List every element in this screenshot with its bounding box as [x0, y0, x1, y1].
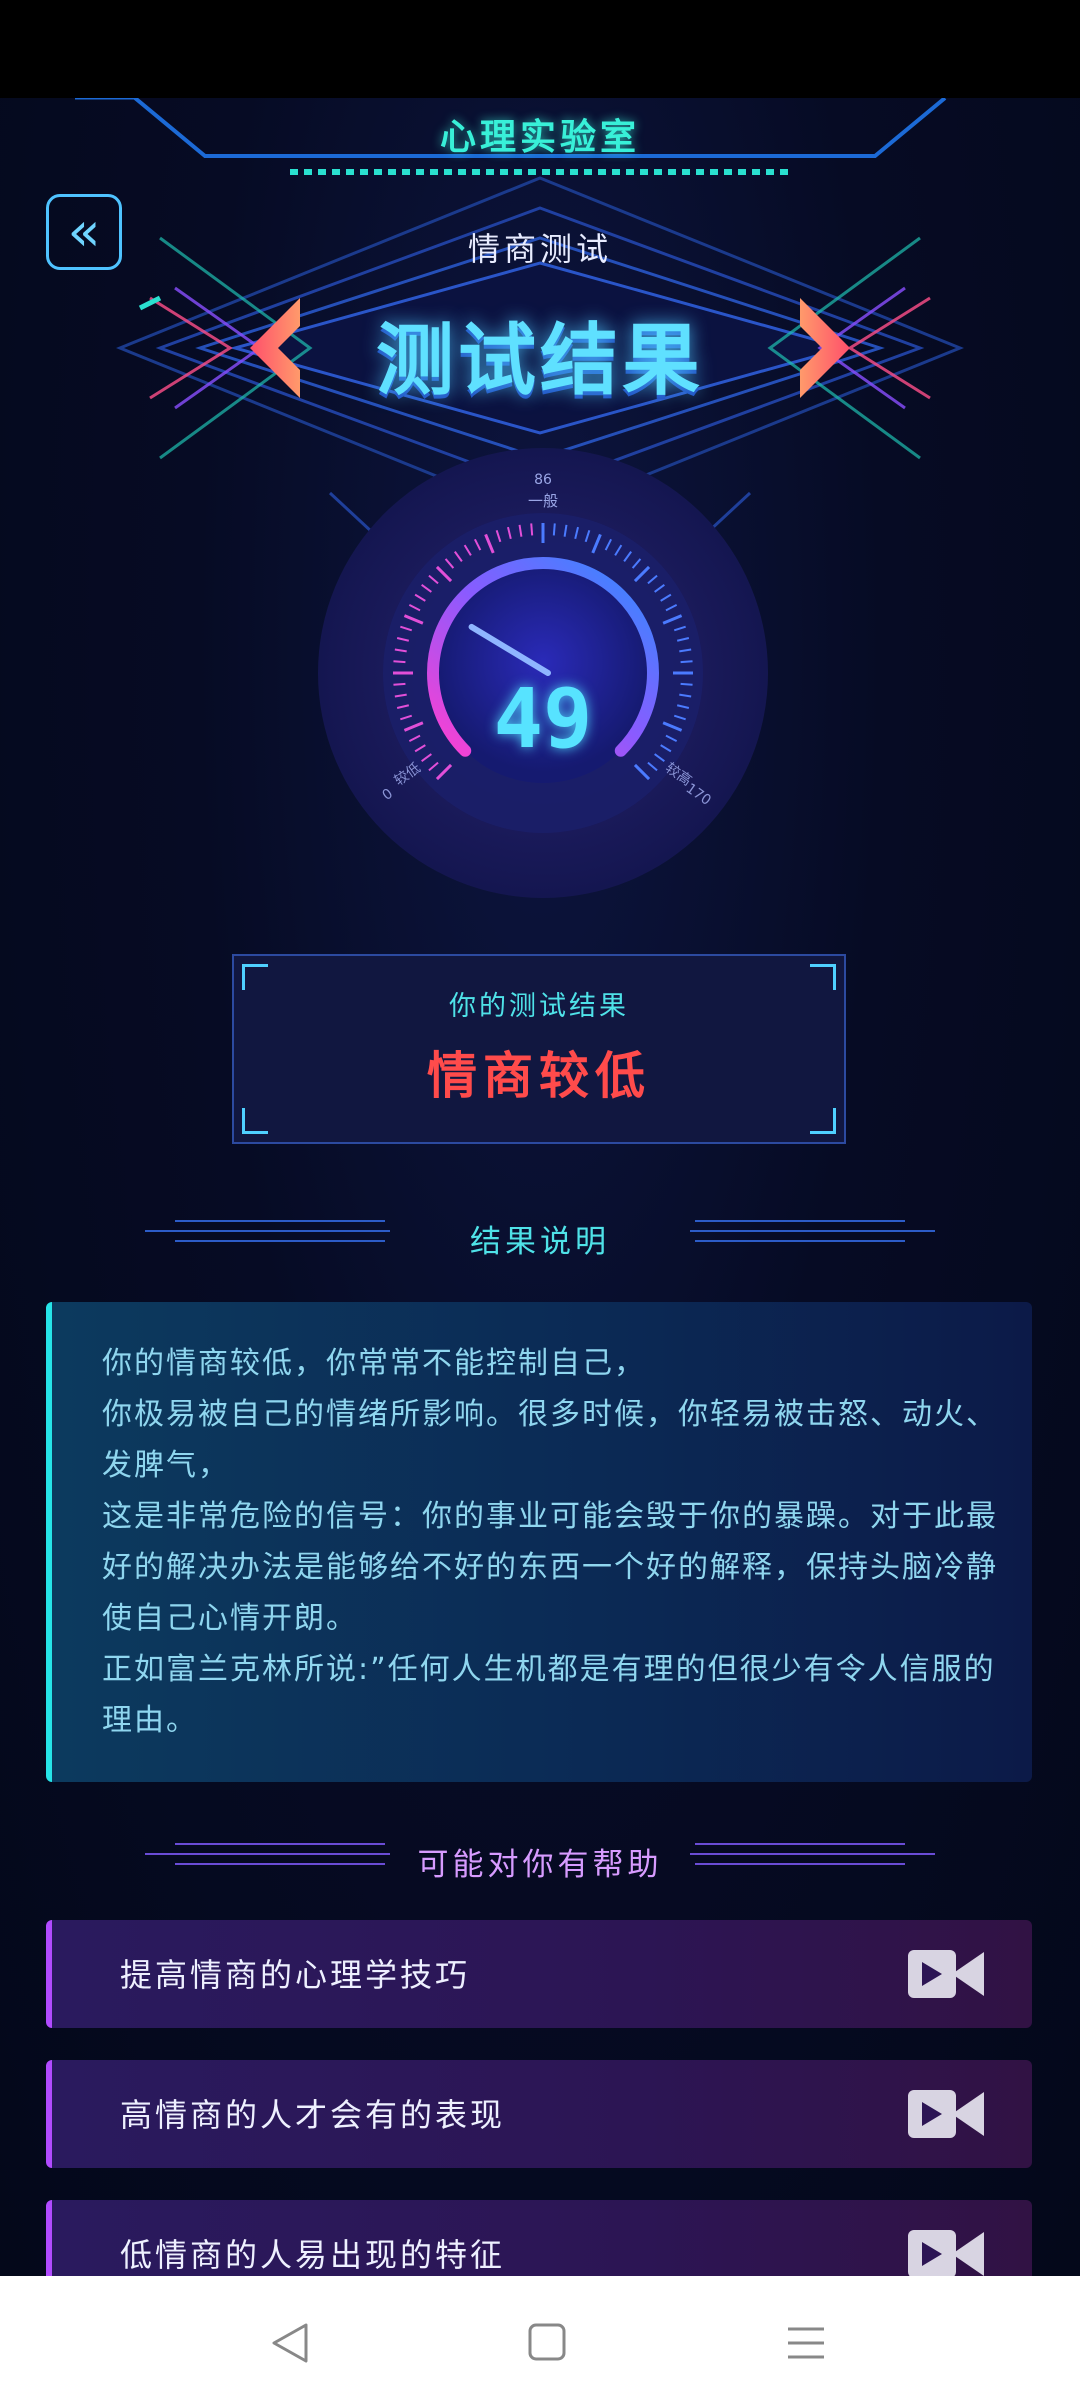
- gauge-score: 49: [493, 672, 593, 767]
- heading-lines-right: [690, 1843, 935, 1873]
- gauge-tick: [680, 660, 693, 664]
- corner-decoration: [242, 1108, 268, 1134]
- result-value: 情商较低: [427, 1047, 651, 1105]
- help-item[interactable]: 提高情商的心理学技巧: [46, 1920, 1032, 2028]
- corner-decoration: [810, 1108, 836, 1134]
- test-subtitle: 情商测试: [467, 230, 612, 268]
- square-home-icon: [528, 2323, 566, 2361]
- explanation-paragraph: 你的情商较低，你常常不能控制自己，: [102, 1346, 646, 1381]
- gauge-mid-text: 一般: [528, 492, 558, 510]
- explanation-paragraph: 你极易被自己的情绪所影响。很多时候，你轻易被击怒、动火、发脾气，: [102, 1397, 998, 1483]
- video-camera-icon: [908, 2230, 984, 2276]
- nav-back-button[interactable]: [260, 2316, 320, 2370]
- page-heading: 测试结果: [375, 316, 704, 406]
- help-item-label: 低情商的人易出现的特征: [120, 2236, 506, 2274]
- explanation-paragraph: 正如富兰克林所说:”任何人生机都是有理的但很少有令人信服的理由。: [102, 1652, 996, 1738]
- help-item[interactable]: 高情商的人才会有的表现: [46, 2060, 1032, 2168]
- help-item-label: 提高情商的心理学技巧: [120, 1956, 471, 1994]
- explanation-paragraph: 这是非常危险的信号：你的事业可能会毁于你的暴躁。对于此最好的解决办法是能够给不好…: [102, 1499, 998, 1636]
- nav-menu-button[interactable]: [776, 2316, 836, 2370]
- video-camera-icon: [908, 1950, 984, 1998]
- help-item[interactable]: 低情商的人易出现的特征: [46, 2200, 1032, 2276]
- gauge-mid-value: 86: [534, 472, 552, 488]
- explanation-text: 你的情商较低，你常常不能控制自己， 你极易被自己的情绪所影响。很多时候，你轻易被…: [102, 1338, 1002, 1746]
- gauge-tick: [393, 660, 406, 664]
- explanation-heading: 结果说明: [0, 1210, 1080, 1260]
- gauge-tick: [552, 523, 556, 536]
- video-camera-icon: [908, 2090, 984, 2138]
- app-screen: 心理实验室 « 情商测试 测试结果 86 一般 0 较低 较高 170 49 你…: [0, 98, 1080, 2276]
- triangle-back-icon: [272, 2323, 308, 2363]
- menu-lines-icon: [788, 2327, 824, 2359]
- app-title: 心理实验室: [439, 117, 640, 158]
- help-item-label: 高情商的人才会有的表现: [120, 2096, 506, 2134]
- heading-lines-right: [690, 1220, 935, 1250]
- status-bar: [0, 0, 1080, 98]
- system-nav-bar: [0, 2276, 1080, 2408]
- result-box: 你的测试结果 情商较低: [232, 954, 846, 1144]
- gauge-tick: [530, 523, 534, 536]
- nav-home-button[interactable]: [518, 2316, 578, 2370]
- help-heading: 可能对你有帮助: [0, 1833, 1080, 1883]
- result-label: 你的测试结果: [449, 991, 629, 1022]
- explanation-card: 你的情商较低，你常常不能控制自己， 你极易被自己的情绪所影响。很多时候，你轻易被…: [46, 1302, 1032, 1782]
